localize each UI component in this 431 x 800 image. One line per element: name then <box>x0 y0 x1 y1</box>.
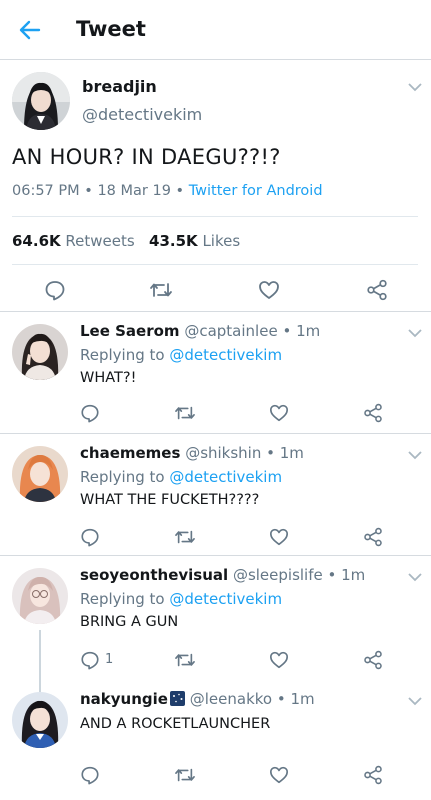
reply-button[interactable] <box>79 526 101 548</box>
retweet-icon <box>175 406 195 420</box>
reply-tweet[interactable]: Lee Saerom @captainlee • 1m Replying to … <box>0 312 431 434</box>
reply-icon <box>81 651 99 670</box>
share-button[interactable] <box>362 764 384 786</box>
heart-icon <box>270 404 288 422</box>
reply-time: 1m <box>290 690 315 708</box>
share-icon <box>364 765 382 785</box>
like-button[interactable] <box>268 526 290 548</box>
reply-author-handle[interactable]: @leenakko <box>190 690 272 708</box>
avatar[interactable] <box>12 72 70 130</box>
share-icon <box>364 650 382 670</box>
emoji-icon <box>169 691 185 706</box>
retweet-icon <box>175 653 195 667</box>
reply-count: 1 <box>105 652 114 667</box>
tweet-meta: 06:57 PM • 18 Mar 19 • Twitter for Andro… <box>12 183 323 199</box>
back-button[interactable] <box>14 14 46 46</box>
reply-text: WHAT?! <box>80 370 137 386</box>
replying-to: Replying to @detectivekim <box>80 346 283 364</box>
reply-author-handle[interactable]: @shikshin <box>185 444 261 462</box>
heart-icon <box>270 766 288 784</box>
replying-to: Replying to @detectivekim <box>80 590 283 608</box>
retweet-icon <box>175 530 195 544</box>
reply-tweet[interactable]: nakyungie @leenakko • 1m AND A ROCKETLAU… <box>0 680 431 800</box>
mention-link[interactable]: @detectivekim <box>169 590 282 608</box>
tweet-text: AN HOUR? IN DAEGU??!? <box>12 145 281 169</box>
avatar[interactable] <box>12 446 68 502</box>
avatar[interactable] <box>12 568 68 624</box>
reply-tweet[interactable]: seoyeonthevisual @sleepislife • 1m Reply… <box>0 556 431 694</box>
heart-icon <box>259 281 279 299</box>
retweet-button[interactable] <box>174 649 196 671</box>
chevron-down-icon <box>408 329 422 338</box>
chevron-down-icon <box>408 697 422 706</box>
retweet-icon <box>175 768 195 782</box>
like-button[interactable] <box>268 402 290 424</box>
reply-author-name[interactable]: seoyeonthevisual <box>80 566 228 584</box>
avatar[interactable] <box>12 692 68 748</box>
chevron-down-icon <box>408 573 422 582</box>
reply-header: chaememes @shikshin • 1m <box>80 444 304 462</box>
share-icon <box>364 403 382 423</box>
retweet-button[interactable] <box>149 278 173 302</box>
divider <box>12 216 418 217</box>
top-bar: Tweet <box>0 0 431 60</box>
share-button[interactable] <box>362 402 384 424</box>
likes-stat[interactable]: 43.5K Likes <box>149 232 240 250</box>
share-button[interactable] <box>362 649 384 671</box>
reply-icon <box>81 766 99 785</box>
retweet-button[interactable] <box>174 764 196 786</box>
reply-author-name[interactable]: nakyungie <box>80 690 168 708</box>
share-icon <box>367 279 387 301</box>
reply-button[interactable] <box>79 402 101 424</box>
share-icon <box>364 527 382 547</box>
reply-tweet[interactable]: chaememes @shikshin • 1m Replying to @de… <box>0 434 431 556</box>
chevron-down-icon <box>408 451 422 460</box>
retweets-stat[interactable]: 64.6K Retweets <box>12 232 135 250</box>
reply-icon <box>81 528 99 547</box>
reply-time: 1m <box>279 444 304 462</box>
like-button[interactable] <box>268 764 290 786</box>
like-button[interactable] <box>257 278 281 302</box>
replying-to: Replying to @detectivekim <box>80 468 283 486</box>
page-title: Tweet <box>76 17 146 41</box>
tweet-client[interactable]: Twitter for Android <box>189 183 323 199</box>
retweet-button[interactable] <box>174 402 196 424</box>
author-name[interactable]: breadjin <box>82 77 157 96</box>
reply-button[interactable] <box>79 764 101 786</box>
retweet-icon <box>150 283 172 297</box>
reply-header: seoyeonthevisual @sleepislife • 1m <box>80 566 366 584</box>
reply-text: BRING A GUN <box>80 614 179 630</box>
reply-author-name[interactable]: chaememes <box>80 444 180 462</box>
heart-icon <box>270 528 288 546</box>
tweet-stats: 64.6K Retweets 43.5K Likes <box>12 232 240 250</box>
tweet-date: 18 Mar 19 <box>97 183 171 199</box>
reply-text: WHAT THE FUCKETH???? <box>80 492 260 508</box>
main-tweet: breadjin @detectivekim AN HOUR? IN DAEGU… <box>0 60 431 312</box>
reply-icon <box>81 404 99 423</box>
author-handle[interactable]: @detectivekim <box>82 105 202 124</box>
retweet-button[interactable] <box>174 526 196 548</box>
mention-link[interactable]: @detectivekim <box>169 346 282 364</box>
reply-header: nakyungie @leenakko • 1m <box>80 690 315 708</box>
tweet-time: 06:57 PM <box>12 183 80 199</box>
mention-link[interactable]: @detectivekim <box>169 468 282 486</box>
reply-icon <box>45 281 65 301</box>
reply-button[interactable] <box>79 649 101 671</box>
reply-author-handle[interactable]: @sleepislife <box>233 566 323 584</box>
back-arrow-icon <box>19 20 41 40</box>
reply-header: Lee Saerom @captainlee • 1m <box>80 322 321 340</box>
share-button[interactable] <box>365 278 389 302</box>
reply-button[interactable] <box>43 278 67 302</box>
share-button[interactable] <box>362 526 384 548</box>
divider <box>12 264 418 265</box>
reply-time: 1m <box>296 322 321 340</box>
like-button[interactable] <box>268 649 290 671</box>
reply-time: 1m <box>341 566 366 584</box>
reply-text: AND A ROCKETLAUNCHER <box>80 716 271 732</box>
reply-author-name[interactable]: Lee Saerom <box>80 322 180 340</box>
avatar[interactable] <box>12 324 68 380</box>
heart-icon <box>270 651 288 669</box>
chevron-down-icon <box>408 83 422 92</box>
reply-author-handle[interactable]: @captainlee <box>184 322 277 340</box>
